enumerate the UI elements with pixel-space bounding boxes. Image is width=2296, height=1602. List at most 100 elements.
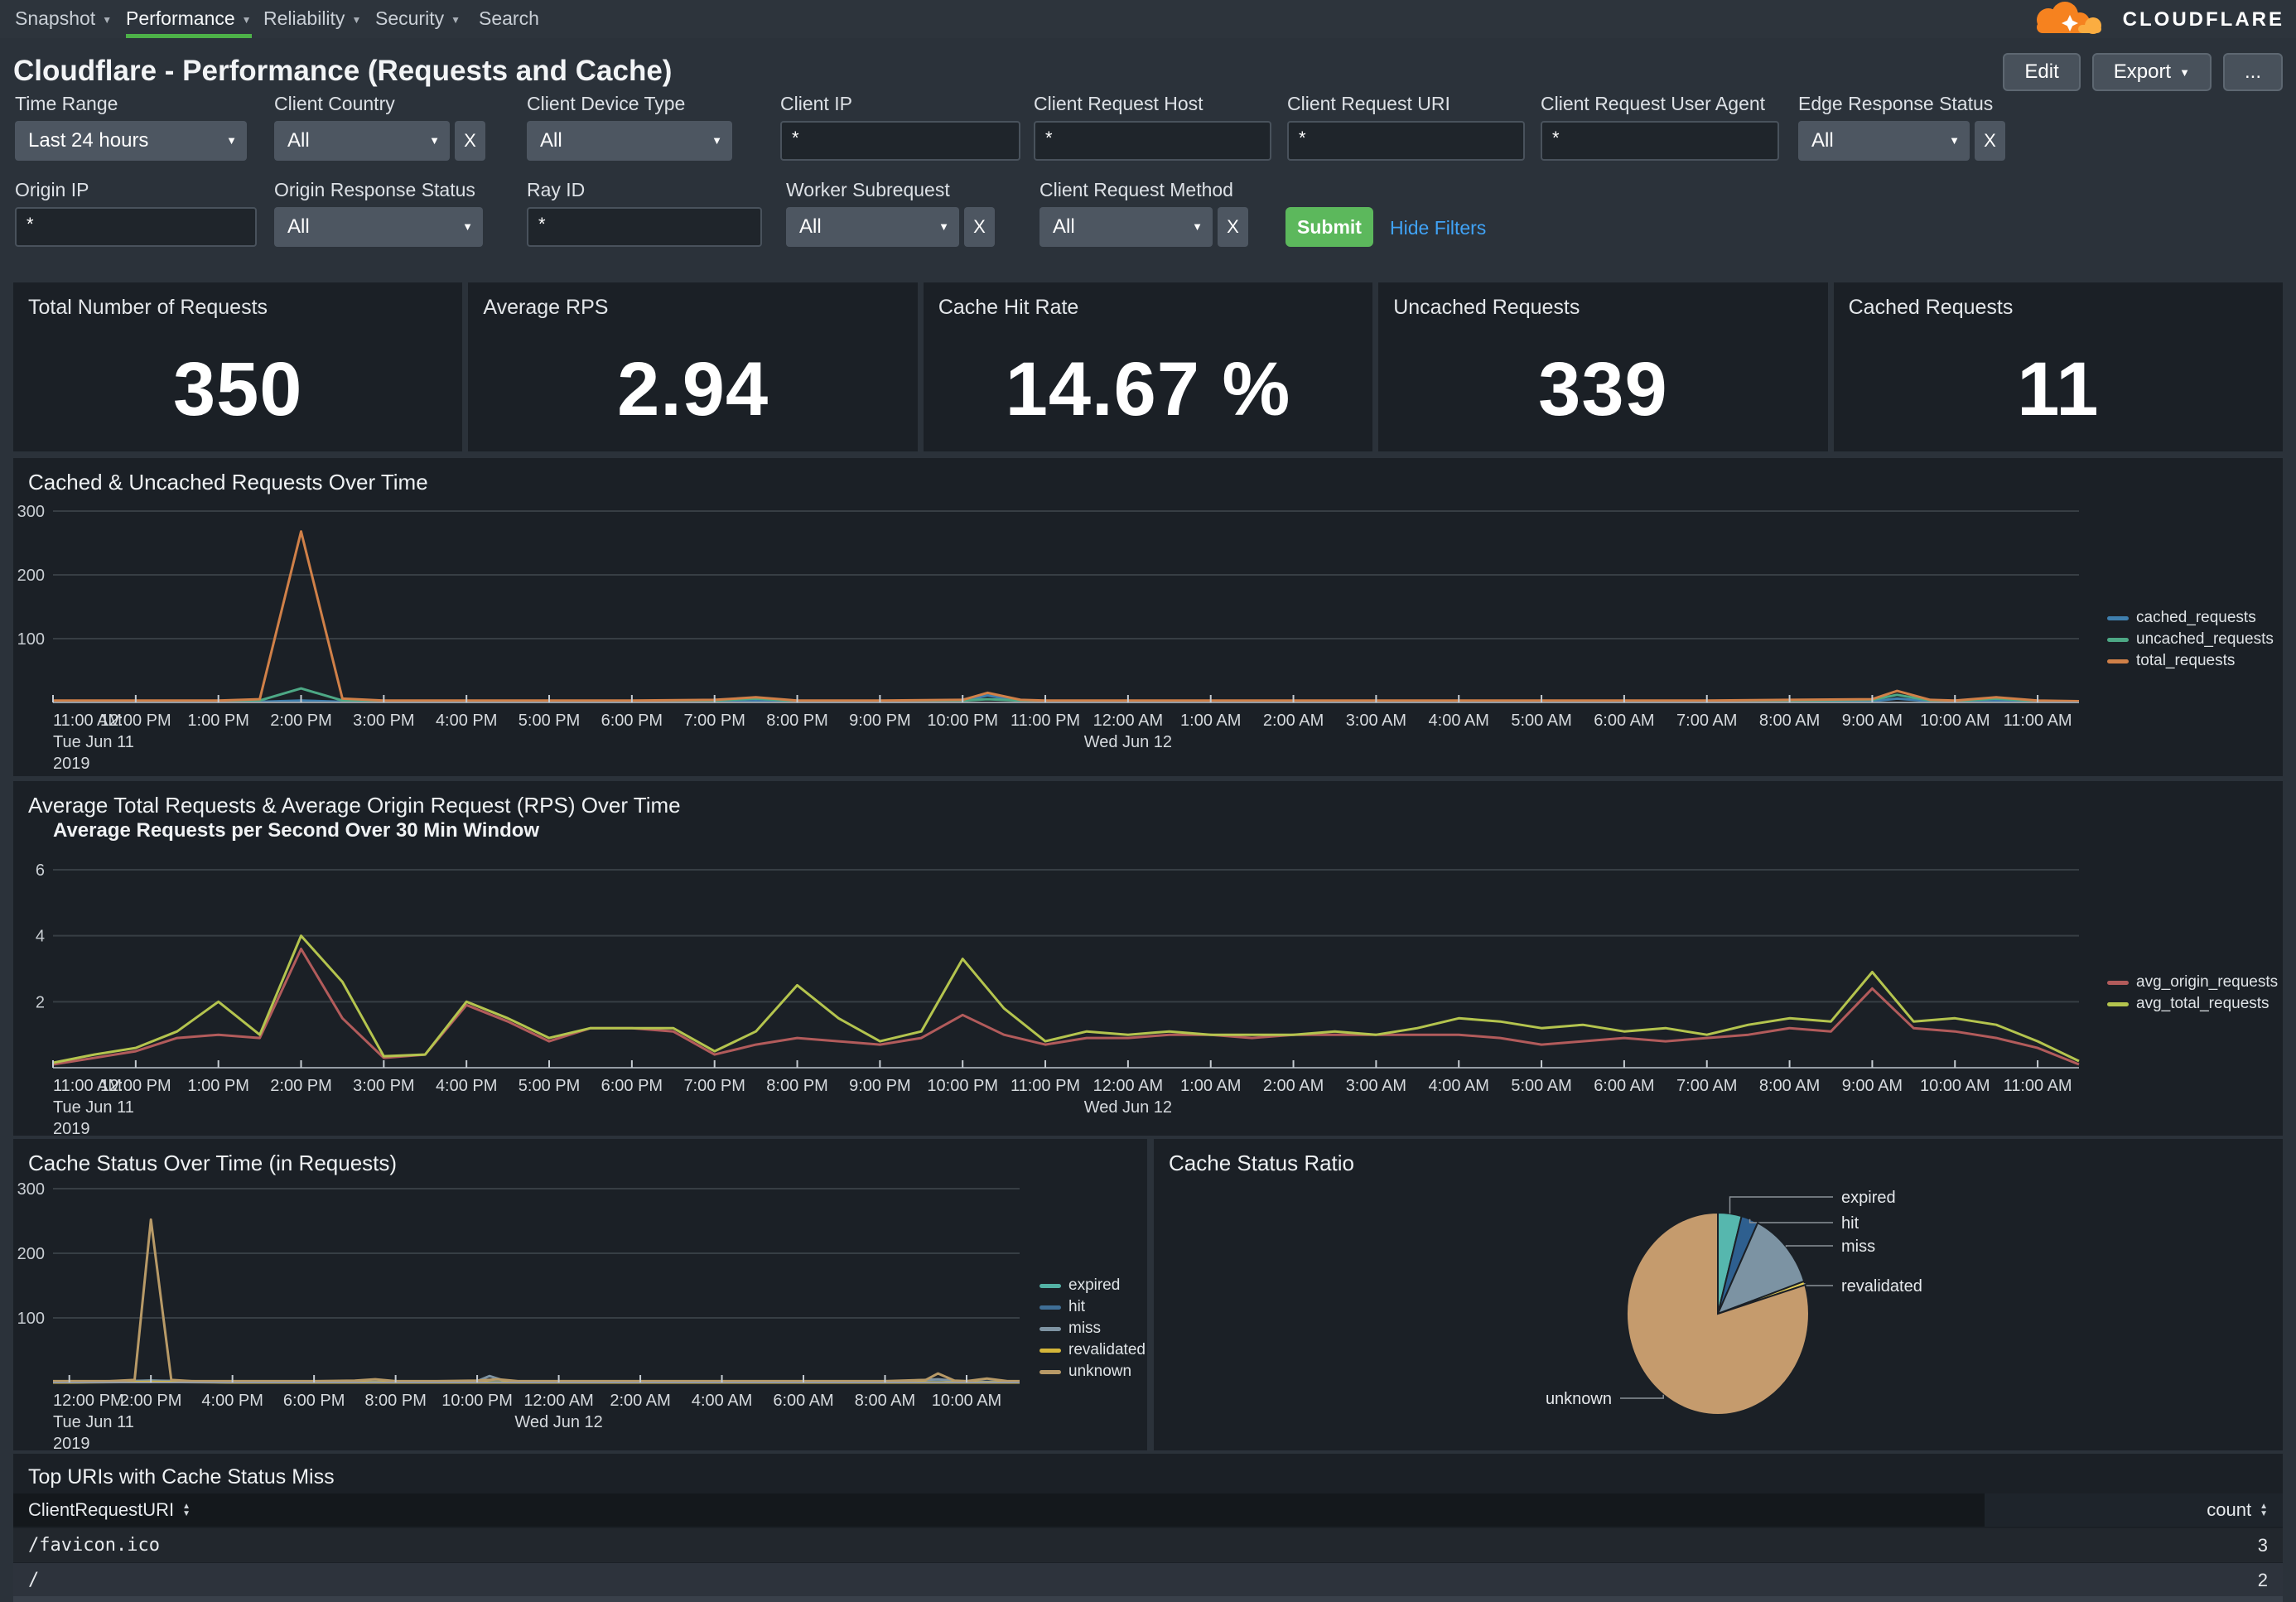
clear-filter-button[interactable]: X <box>964 207 995 247</box>
filter-select[interactable]: All▼ <box>274 207 483 247</box>
cloudflare-cloud-icon <box>2023 2 2116 38</box>
export-button[interactable]: Export▼ <box>2092 53 2212 91</box>
chart-legend: expiredhitmissrevalidatedunknown <box>1039 1275 1146 1382</box>
requests-over-time-chart[interactable]: 10020030011:00 AMTue Jun 11201912:00 PM1… <box>13 458 2283 776</box>
stat-label: Cached Requests <box>1849 296 2014 320</box>
filter-client-request-uri: Client Request URI* <box>1287 93 1525 161</box>
svg-text:4:00 PM: 4:00 PM <box>436 712 497 730</box>
cloudflare-logo: CLOUDFLARE <box>2023 2 2284 38</box>
stat-label: Uncached Requests <box>1393 296 1580 320</box>
filter-input[interactable]: * <box>780 121 1020 161</box>
legend-label: cached_requests <box>2136 609 2256 627</box>
hide-filters-link[interactable]: Hide Filters <box>1390 217 1486 239</box>
filter-client-request-method: Client Request MethodAll▼X <box>1039 179 1248 247</box>
filter-selected-value: All <box>274 121 450 161</box>
filter-control: All▼ <box>527 121 732 161</box>
nav-item-label: Security <box>375 7 444 29</box>
nav-item-snapshot[interactable]: Snapshot▼ <box>15 0 112 34</box>
svg-text:1:00 PM: 1:00 PM <box>187 1077 248 1095</box>
svg-text:3:00 PM: 3:00 PM <box>353 1077 414 1095</box>
filter-select[interactable]: Last 24 hours▼ <box>15 121 247 161</box>
chevron-down-icon: ▼ <box>451 14 461 26</box>
nav-item-search[interactable]: Search <box>479 0 539 34</box>
column-header-clientrequesturi[interactable]: ClientRequestURI ▲▼ <box>13 1493 1985 1527</box>
svg-text:6:00 PM: 6:00 PM <box>601 1077 663 1095</box>
pie-label-revalidated: revalidated <box>1841 1277 1922 1296</box>
legend-label: unknown <box>1068 1363 1131 1381</box>
legend-item-total_requests: total_requests <box>2107 650 2274 672</box>
filter-input[interactable]: * <box>1287 121 1525 161</box>
filter-input[interactable]: * <box>15 207 257 247</box>
svg-text:7:00 PM: 7:00 PM <box>683 712 745 730</box>
clear-filter-button[interactable]: X <box>455 121 485 161</box>
filter-select[interactable]: All▼ <box>274 121 450 161</box>
stat-tile-cached-requests: Cached Requests11 <box>1834 282 2283 451</box>
filter-selected-value: All <box>274 207 483 247</box>
svg-text:5:00 PM: 5:00 PM <box>519 712 580 730</box>
svg-text:3:00 AM: 3:00 AM <box>1346 1077 1406 1095</box>
legend-label: avg_total_requests <box>2136 995 2269 1013</box>
filter-client-ip: Client IP* <box>780 93 1020 161</box>
filter-selected-value: All <box>527 121 732 161</box>
legend-swatch <box>1039 1284 1061 1288</box>
edit-button[interactable]: Edit <box>2003 53 2080 91</box>
filter-label: Client Request User Agent <box>1541 93 1779 118</box>
chart-title: Average Total Requests & Average Origin … <box>28 793 681 818</box>
stat-label: Total Number of Requests <box>28 296 268 320</box>
svg-text:Tue Jun 11: Tue Jun 11 <box>53 733 134 751</box>
filter-select[interactable]: All▼ <box>1798 121 1970 161</box>
filter-selected-value: All <box>1798 121 1970 161</box>
legend-label: total_requests <box>2136 652 2235 670</box>
svg-text:11:00 AM: 11:00 AM <box>2004 1077 2072 1095</box>
chart-title: Cached & Uncached Requests Over Time <box>28 470 428 495</box>
top-nav: Snapshot▼ Performance▼ Reliability▼ Securit… <box>0 0 2296 38</box>
legend-item-revalidated: revalidated <box>1039 1339 1146 1361</box>
svg-text:Wed Jun 12: Wed Jun 12 <box>1084 1098 1172 1117</box>
clear-filter-button[interactable]: X <box>1975 121 2005 161</box>
filter-control: All▼X <box>274 121 485 161</box>
chevron-down-icon: ▼ <box>2179 66 2190 79</box>
column-header-count[interactable]: count ▲▼ <box>1985 1493 2283 1527</box>
svg-text:6:00 PM: 6:00 PM <box>601 712 663 730</box>
filter-label: Client Request Host <box>1034 93 1271 118</box>
legend-swatch <box>1039 1305 1061 1310</box>
svg-text:9:00 AM: 9:00 AM <box>1842 712 1903 730</box>
chevron-down-icon: ▼ <box>462 207 473 247</box>
cache-status-ratio-pie[interactable]: expiredhitmissrevalidatedunknown <box>1154 1139 2283 1450</box>
filter-select[interactable]: All▼ <box>1039 207 1213 247</box>
pie-label-miss: miss <box>1841 1238 1875 1256</box>
svg-text:2:00 PM: 2:00 PM <box>270 712 331 730</box>
chart-title: Cache Status Over Time (in Requests) <box>28 1151 397 1176</box>
svg-text:6: 6 <box>36 861 45 880</box>
submit-button[interactable]: Submit <box>1285 207 1373 247</box>
svg-text:4: 4 <box>36 928 45 946</box>
clear-filter-button[interactable]: X <box>1218 207 1248 247</box>
filter-select[interactable]: All▼ <box>786 207 959 247</box>
nav-item-performance[interactable]: Performance▼ <box>126 0 252 38</box>
svg-text:7:00 AM: 7:00 AM <box>1676 1077 1737 1095</box>
nav-item-reliability[interactable]: Reliability▼ <box>263 0 361 34</box>
filter-input[interactable]: * <box>1541 121 1779 161</box>
svg-text:Wed Jun 12: Wed Jun 12 <box>514 1413 602 1431</box>
svg-text:12:00 AM: 12:00 AM <box>1093 1077 1164 1095</box>
svg-text:4:00 AM: 4:00 AM <box>1429 1077 1489 1095</box>
svg-text:100: 100 <box>17 1310 45 1328</box>
filter-selected-value: Last 24 hours <box>15 121 247 161</box>
header-actions: Edit Export▼ ... <box>2003 53 2283 91</box>
more-options-button[interactable]: ... <box>2223 53 2283 91</box>
stat-value: 2.94 <box>468 327 917 451</box>
nav-item-security[interactable]: Security ▼ <box>375 0 461 34</box>
filter-time-range: Time Range Last 24 hours▼ <box>15 93 247 161</box>
filter-label: Time Range <box>15 93 247 118</box>
filter-select[interactable]: All▼ <box>527 121 732 161</box>
chevron-down-icon: ▼ <box>429 121 440 161</box>
filter-input[interactable]: * <box>527 207 762 247</box>
legend-swatch <box>1039 1349 1061 1353</box>
cloudflare-wordmark: CLOUDFLARE <box>2123 8 2284 31</box>
svg-text:5:00 AM: 5:00 AM <box>1511 712 1571 730</box>
filter-label: Client Country <box>274 93 485 118</box>
filter-input[interactable]: * <box>1034 121 1271 161</box>
svg-text:12:00 PM: 12:00 PM <box>100 712 171 730</box>
cache-status-chart[interactable]: 10020030012:00 PMTue Jun 1120192:00 PM4:… <box>13 1139 1147 1450</box>
svg-text:8:00 AM: 8:00 AM <box>1759 1077 1820 1095</box>
